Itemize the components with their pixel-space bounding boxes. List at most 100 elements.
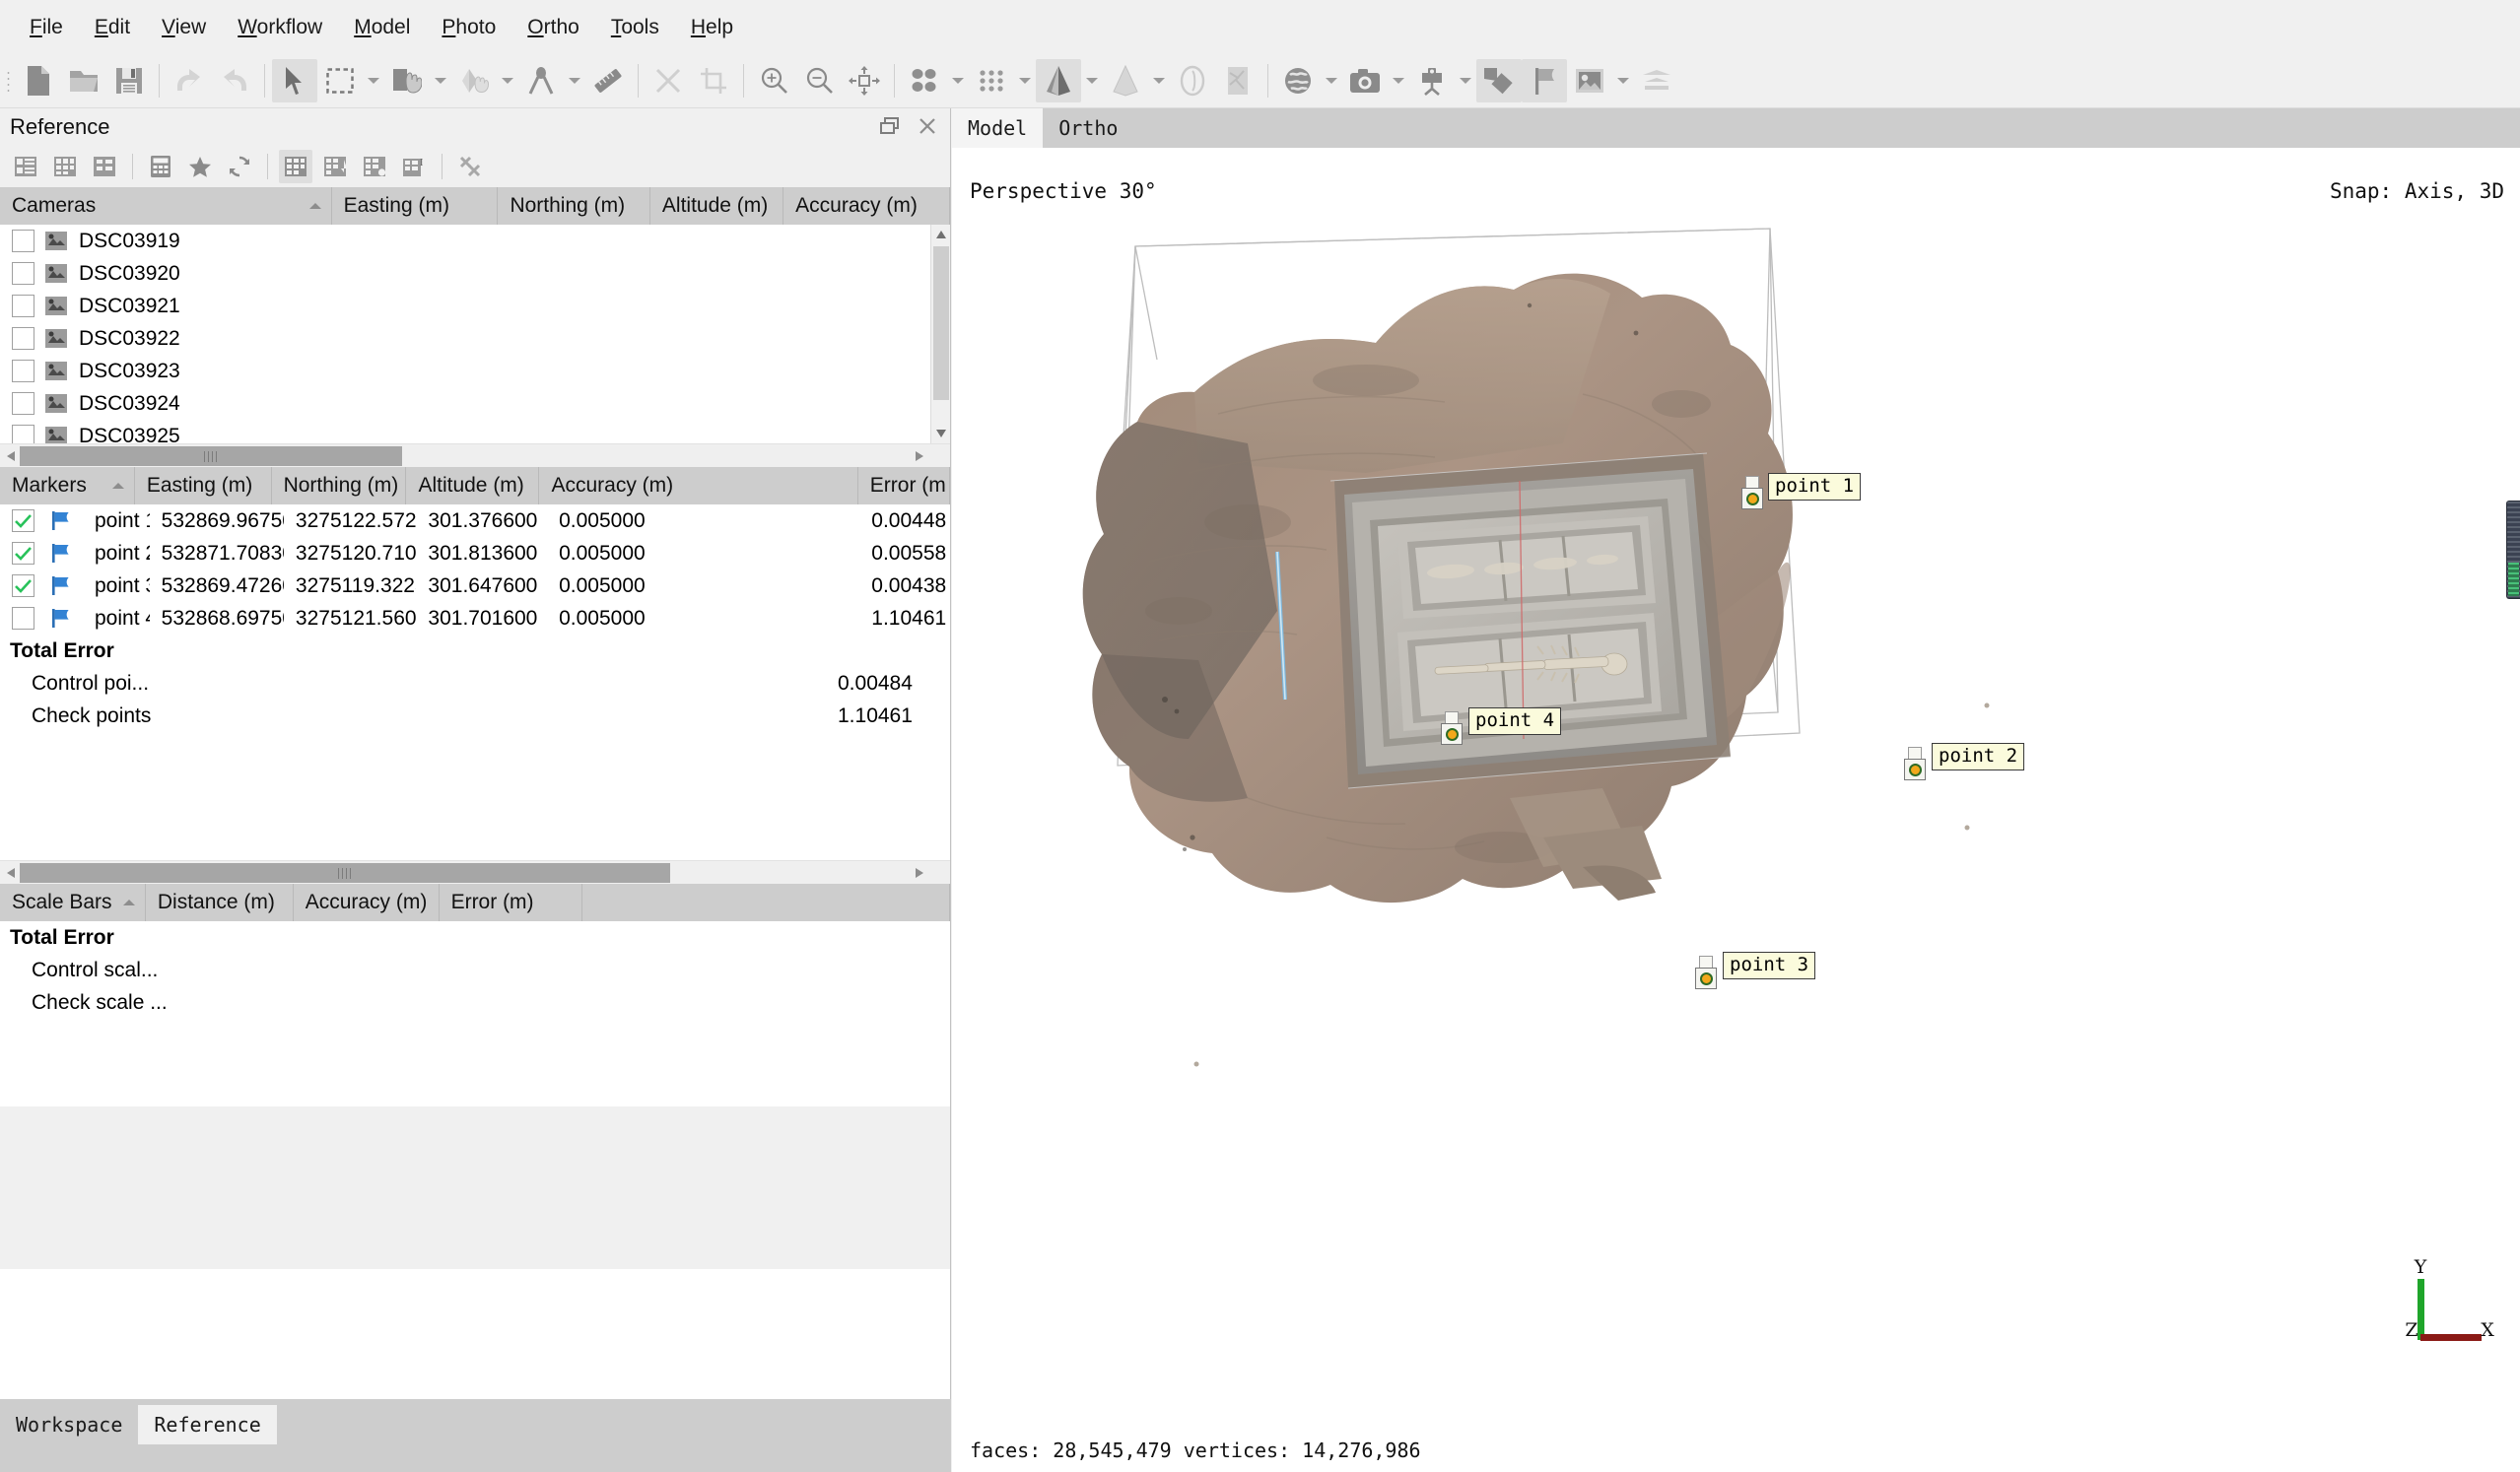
column-header-easting[interactable]: Easting (m) <box>332 187 499 225</box>
menu-item-photo[interactable]: Photo <box>426 10 511 45</box>
column-header-altitude[interactable]: Altitude (m) <box>650 187 783 225</box>
column-header-error[interactable]: Error (m) <box>440 884 583 921</box>
column-header-northing[interactable]: Northing (m) <box>272 467 407 504</box>
ruler-icon[interactable] <box>585 59 631 102</box>
scroll-left-arrow-icon[interactable] <box>2 864 20 882</box>
table-row[interactable]: DSC03922 <box>0 322 950 355</box>
tab-ortho[interactable]: Ortho <box>1043 108 1133 148</box>
column-header-northing[interactable]: Northing (m) <box>498 187 649 225</box>
marker-label-point-2[interactable]: point 2 <box>1932 743 2024 770</box>
save-project-icon[interactable] <box>106 59 152 102</box>
scroll-up-arrow-icon[interactable] <box>931 225 950 244</box>
zoom-in-icon[interactable] <box>751 59 796 102</box>
export-reference-icon[interactable] <box>48 150 82 183</box>
update-transform-icon[interactable] <box>183 150 217 183</box>
table-row[interactable]: point 4 532868.697500 3275121.5602... 30… <box>0 602 950 635</box>
view-estimated-icon[interactable] <box>279 150 312 183</box>
wireframe-model-icon[interactable] <box>1170 59 1215 102</box>
marker-label-point-1[interactable]: point 1 <box>1768 473 1861 501</box>
row-checkbox[interactable] <box>12 574 34 597</box>
dense-cloud-dropdown[interactable] <box>1014 59 1036 102</box>
point-cloud-dropdown[interactable] <box>947 59 969 102</box>
column-header-distance[interactable]: Distance (m) <box>146 884 294 921</box>
menu-item-tools[interactable]: Tools <box>595 10 675 45</box>
table-row[interactable]: DSC03923 <box>0 355 950 387</box>
row-checkbox[interactable] <box>12 295 34 317</box>
shaded-model-dropdown[interactable] <box>1081 59 1103 102</box>
close-panel-icon[interactable] <box>913 112 942 140</box>
tab-model[interactable]: Model <box>952 108 1043 148</box>
table-row[interactable]: point 2 532871.708300 3275120.7101... 30… <box>0 537 950 569</box>
point-cloud-icon[interactable] <box>902 59 947 102</box>
view-source-icon[interactable] <box>318 150 352 183</box>
layers-icon[interactable] <box>1634 59 1679 102</box>
markers-horizontal-scrollbar[interactable] <box>0 860 950 884</box>
table-row[interactable]: point 1 532869.967500 3275122.5727... 30… <box>0 504 950 537</box>
table-row[interactable]: DSC03919 <box>0 225 950 257</box>
cameras-vertical-scrollbar[interactable] <box>930 225 950 443</box>
column-header-altitude[interactable]: Altitude (m) <box>406 467 539 504</box>
column-header-accuracy[interactable]: Accuracy (m) <box>539 467 857 504</box>
row-checkbox[interactable] <box>12 542 34 565</box>
tripod-camera-dropdown[interactable] <box>1455 59 1476 102</box>
free-form-selection-icon[interactable] <box>518 59 564 102</box>
texture-model-icon[interactable] <box>1215 59 1260 102</box>
scroll-down-arrow-icon[interactable] <box>931 424 950 443</box>
reset-view-icon[interactable] <box>842 59 887 102</box>
reference-settings-icon[interactable] <box>453 150 487 183</box>
optimize-cameras-icon[interactable] <box>144 150 177 183</box>
column-header-cameras[interactable]: Cameras <box>0 187 332 225</box>
column-header-accuracy[interactable]: Accuracy (m) <box>783 187 950 225</box>
scroll-thumb[interactable] <box>20 863 670 883</box>
scroll-thumb[interactable] <box>20 446 402 466</box>
column-header-error[interactable]: Error (m <box>858 467 950 504</box>
refresh-icon[interactable] <box>223 150 256 183</box>
view-errors-icon[interactable] <box>358 150 391 183</box>
marker-dot-point-4[interactable] <box>1441 723 1463 745</box>
convert-reference-icon[interactable] <box>88 150 121 183</box>
navigation-slider[interactable] <box>2506 501 2520 599</box>
rectangle-selection-dropdown[interactable] <box>363 59 384 102</box>
row-checkbox[interactable] <box>12 607 34 630</box>
column-header-accuracy[interactable]: Accuracy (m) <box>294 884 440 921</box>
scroll-thumb[interactable] <box>933 246 949 400</box>
image-thumbnails-dropdown[interactable] <box>1612 59 1634 102</box>
row-checkbox[interactable] <box>12 360 34 382</box>
solid-model-icon[interactable] <box>1103 59 1148 102</box>
table-row[interactable]: point 3 532869.472600 3275119.3223... 30… <box>0 569 950 602</box>
marker-dot-point-3[interactable] <box>1695 968 1717 989</box>
menu-item-edit[interactable]: Edit <box>79 10 146 45</box>
open-project-icon[interactable] <box>61 59 106 102</box>
marker-dot-point-2[interactable] <box>1904 759 1926 780</box>
camera-dropdown[interactable] <box>1388 59 1409 102</box>
tripod-camera-icon[interactable] <box>1409 59 1455 102</box>
scroll-left-arrow-icon[interactable] <box>2 447 20 465</box>
tab-reference[interactable]: Reference <box>138 1405 276 1444</box>
import-reference-icon[interactable] <box>9 150 42 183</box>
shaded-model-icon[interactable] <box>1036 59 1081 102</box>
scroll-right-arrow-icon[interactable] <box>911 447 928 465</box>
cameras-table-body[interactable]: DSC03919 DSC03920 DSC03921 DSC03922 DSC0… <box>0 225 950 443</box>
float-panel-icon[interactable] <box>875 112 905 140</box>
cameras-horizontal-scrollbar[interactable] <box>0 443 950 467</box>
menu-item-view[interactable]: View <box>146 10 222 45</box>
toolbar-grip[interactable] <box>0 61 16 100</box>
scroll-right-arrow-icon[interactable] <box>911 864 928 882</box>
column-header-easting[interactable]: Easting (m) <box>135 467 272 504</box>
column-header-markers[interactable]: Markers <box>0 467 135 504</box>
move-region-icon[interactable] <box>384 59 430 102</box>
marker-dot-point-1[interactable] <box>1741 488 1763 509</box>
camera-icon[interactable] <box>1342 59 1388 102</box>
row-checkbox[interactable] <box>12 425 34 443</box>
row-checkbox[interactable] <box>12 230 34 252</box>
navigation-cursor-icon[interactable] <box>272 59 317 102</box>
table-row[interactable]: DSC03921 <box>0 290 950 322</box>
view-variance-icon[interactable]: I <box>397 150 431 183</box>
free-form-dropdown[interactable] <box>564 59 585 102</box>
dem-dropdown[interactable] <box>1321 59 1342 102</box>
marker-label-point-3[interactable]: point 3 <box>1723 952 1815 979</box>
dem-icon[interactable] <box>1275 59 1321 102</box>
model-canvas[interactable]: Perspective 30° Snap: Axis, 3D <box>952 148 2520 1429</box>
row-checkbox[interactable] <box>12 262 34 285</box>
scalebars-table-body[interactable]: Total Error Control scal... Check scale … <box>0 921 950 1106</box>
